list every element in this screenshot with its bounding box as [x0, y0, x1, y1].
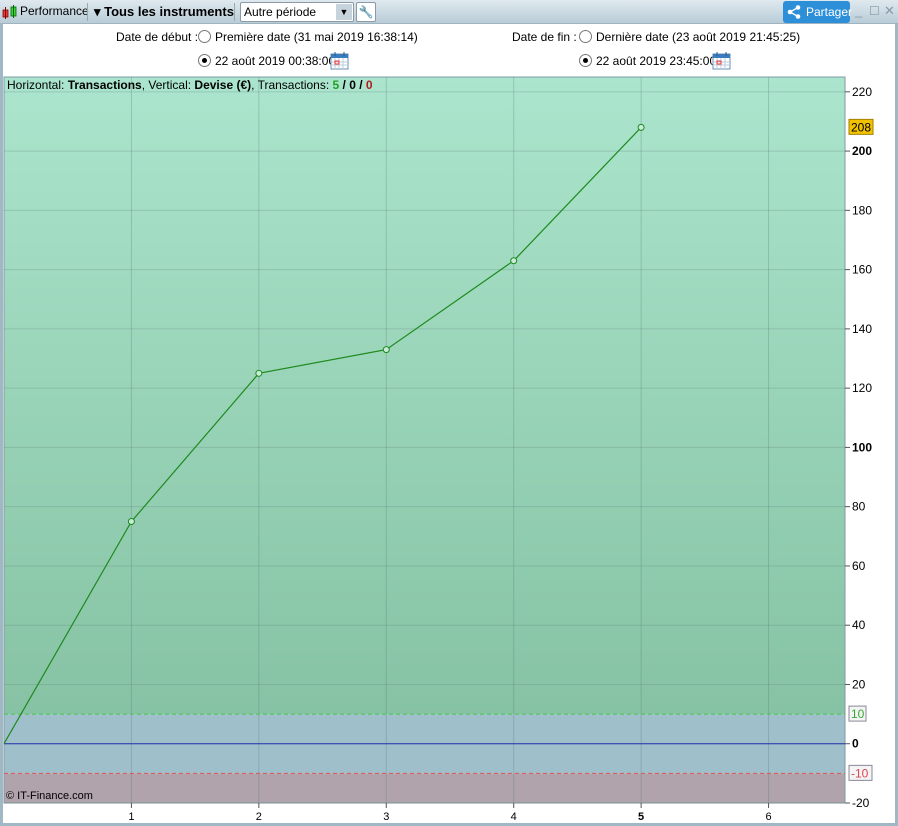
profit-zone	[4, 77, 845, 715]
x-tick-label: 1	[128, 811, 134, 823]
loss-zone	[4, 773, 845, 803]
t-label: , Transactions:	[251, 78, 333, 92]
h-value: Transactions	[67, 78, 142, 92]
h-label: Horizontal:	[7, 78, 68, 92]
neutral-count: 0	[349, 78, 356, 92]
y-tick-label: 220	[852, 85, 872, 99]
sep: /	[355, 78, 366, 92]
sep: /	[339, 78, 350, 92]
v-label: , Vertical:	[141, 78, 195, 92]
y-tick-label: 80	[852, 500, 866, 514]
copyright: © IT-Finance.com	[6, 790, 93, 802]
x-tick-label: 4	[511, 811, 517, 823]
performance-chart: -200204060801001201401601802002201 2 3 4 5 61…	[3, 76, 874, 823]
data-point	[255, 369, 263, 377]
y-tick-label: 100	[852, 440, 872, 454]
x-tick-label: 3	[383, 811, 389, 823]
last-value-label: 208	[851, 120, 871, 134]
y-tick-label: 140	[852, 322, 872, 336]
x-tick-label: 5	[638, 811, 644, 823]
y-tick-label: 0	[852, 737, 859, 751]
lower-threshold-label: -10	[851, 766, 869, 780]
losing-count: 0	[365, 78, 373, 92]
y-tick-label: 20	[852, 677, 866, 691]
x-tick-label: 6	[765, 811, 771, 823]
x-tick-label: 2	[256, 811, 262, 823]
v-value: Devise (€)	[194, 78, 252, 92]
y-tick-label: 60	[852, 559, 866, 573]
upper-threshold-label: 10	[851, 707, 865, 721]
y-tick-label: 180	[852, 203, 872, 217]
chart-info: Horizontal: Transactions, Vertical: Devi…	[7, 78, 373, 92]
y-tick-label: 160	[852, 263, 872, 277]
y-tick-label: 40	[852, 618, 866, 632]
data-point	[127, 517, 135, 525]
data-point	[510, 257, 518, 265]
y-tick-label: -20	[852, 796, 870, 810]
y-tick-label: 120	[852, 381, 872, 395]
data-point	[637, 123, 645, 131]
data-point	[382, 346, 390, 354]
y-tick-label: 200	[852, 144, 872, 158]
